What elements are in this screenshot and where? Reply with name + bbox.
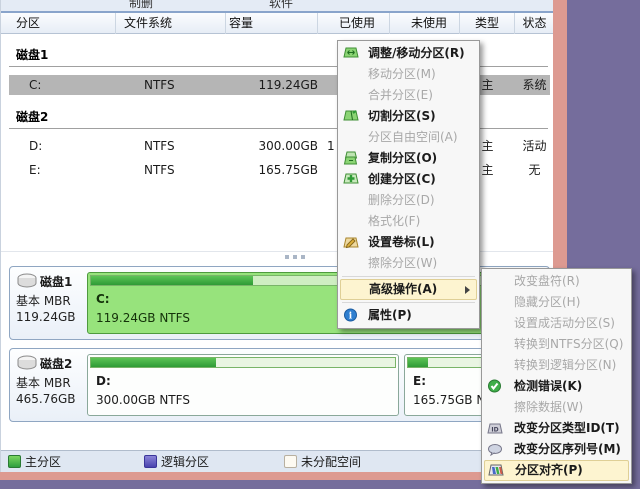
table-header: 分区 文件系统 容量 已使用 未使用 类型 状态	[1, 13, 554, 34]
svg-text:ID: ID	[491, 427, 498, 434]
submenu-arrow-icon	[465, 286, 470, 294]
partition-name: D:	[29, 136, 42, 156]
usage-strip	[90, 357, 396, 368]
filesystem-value: NTFS	[144, 160, 175, 180]
submenu-item-convert-ntfs: 转换到NTFS分区(Q)	[482, 334, 631, 355]
menu-item-advanced-operations[interactable]: 高级操作(A)	[340, 279, 477, 300]
status-value: 无	[515, 160, 554, 180]
menu-item-split-partition[interactable]: 切割分区(S)	[338, 106, 479, 127]
submenu-item-check-errors[interactable]: 检测错误(K)	[482, 376, 631, 397]
disk2-title: 磁盘2	[40, 355, 72, 372]
resize-partition-icon	[343, 46, 359, 60]
submenu-item-wipe-data: 擦除数据(W)	[482, 397, 631, 418]
submenu-item-partition-alignment[interactable]: 分区对齐(P)	[484, 460, 629, 481]
column-header-capacity[interactable]: 容量	[226, 13, 318, 34]
disk2-bus: 基本 MBR	[16, 374, 71, 391]
partition-block-label: E:	[413, 374, 426, 388]
legend-label-primary: 主分区	[25, 451, 61, 473]
legend-bar: 主分区 逻辑分区 未分配空间	[1, 450, 554, 472]
partition-type-id-icon: ID	[487, 421, 503, 435]
disk-icon	[16, 273, 38, 292]
disk-icon	[16, 355, 38, 374]
menu-item-properties[interactable]: i 属性(P)	[338, 305, 479, 326]
used-space-fill	[91, 358, 216, 367]
properties-icon: i	[343, 308, 359, 322]
menu-item-create-partition[interactable]: 创建分区(C)	[338, 169, 479, 190]
used-space-fill	[408, 358, 428, 367]
toolbar-fragment[interactable]: 制删	[129, 0, 153, 11]
used-space-fill	[91, 276, 253, 285]
submenu-item-convert-logical: 转换到逻辑分区(N)	[482, 355, 631, 376]
menu-item-resize-move[interactable]: 调整/移动分区(R)	[338, 43, 479, 64]
filesystem-value: NTFS	[144, 75, 175, 95]
capacity-value: 119.24GB	[226, 75, 318, 95]
set-label-icon	[343, 235, 359, 249]
create-partition-icon	[343, 172, 359, 186]
menu-item-set-label[interactable]: 设置卷标(L)	[338, 232, 479, 253]
disk1-bus: 基本 MBR	[16, 292, 71, 309]
partition-block-d[interactable]: D: 300.00GB NTFS	[87, 354, 399, 416]
submenu-item-change-type-id[interactable]: ID 改变分区类型ID(T)	[482, 418, 631, 439]
menu-item-wipe-partition: 擦除分区(W)	[338, 253, 479, 274]
used-value-partial: 1	[327, 136, 335, 156]
partition-name: E:	[29, 160, 41, 180]
menu-item-delete-partition: 删除分区(D)	[338, 190, 479, 211]
capacity-value: 165.75GB	[226, 160, 318, 180]
capacity-value: 300.00GB	[226, 136, 318, 156]
status-value: 活动	[515, 136, 554, 156]
filesystem-value: NTFS	[144, 136, 175, 156]
submenu-item-hide-partition: 隐藏分区(H)	[482, 292, 631, 313]
disk1-title: 磁盘1	[40, 273, 72, 290]
primary-partition-swatch	[8, 455, 21, 468]
split-partition-icon	[343, 109, 359, 123]
menu-item-copy-partition[interactable]: 复制分区(O)	[338, 148, 479, 169]
disk2-panel: 磁盘2 基本 MBR 465.76GB D: 300.00GB NTFS E: …	[9, 348, 550, 422]
partition-context-menu: 调整/移动分区(R) 移动分区(M) 合并分区(E) 切割分区(S) 分区自由空…	[337, 40, 480, 329]
submenu-item-change-serial-number[interactable]: 改变分区序列号(M)	[482, 439, 631, 460]
partition-name: C:	[29, 75, 41, 95]
submenu-item-set-active: 设置成活动分区(S)	[482, 313, 631, 334]
partition-block-detail: 300.00GB NTFS	[96, 393, 190, 407]
menu-item-move-partition: 移动分区(M)	[338, 64, 479, 85]
toolbar-clipped: 制删 软件	[1, 0, 554, 11]
legend-label-unallocated: 未分配空间	[301, 451, 361, 473]
advanced-operations-submenu: 改变盘符(R) 隐藏分区(H) 设置成活动分区(S) 转换到NTFS分区(Q) …	[481, 268, 632, 484]
menu-item-format: 格式化(F)	[338, 211, 479, 232]
submenu-item-change-drive-letter: 改变盘符(R)	[482, 271, 631, 292]
check-errors-icon	[487, 379, 503, 393]
column-header-used[interactable]: 已使用	[318, 13, 390, 34]
partition-block-label: D:	[96, 374, 111, 388]
group-label-disk1: 磁盘1	[16, 46, 48, 64]
menu-item-free-space: 分区自由空间(A)	[338, 127, 479, 148]
toolbar-fragment[interactable]: 软件	[269, 0, 293, 11]
disk1-size: 119.24GB	[16, 310, 76, 324]
unallocated-swatch	[284, 455, 297, 468]
partition-block-detail: 119.24GB NTFS	[96, 311, 190, 325]
column-header-partition[interactable]: 分区	[9, 13, 116, 34]
logical-partition-swatch	[144, 455, 157, 468]
menu-item-merge-partition: 合并分区(E)	[338, 85, 479, 106]
menu-separator	[342, 302, 475, 303]
partition-block-label: C:	[96, 292, 110, 306]
svg-text:i: i	[349, 312, 353, 322]
menu-separator	[342, 276, 475, 277]
disk2-size: 465.76GB	[16, 392, 76, 406]
serial-number-icon	[487, 442, 503, 456]
partition-align-icon	[488, 464, 504, 478]
status-value: 系统	[515, 75, 554, 95]
column-header-filesystem[interactable]: 文件系统	[116, 13, 226, 34]
group-label-disk2: 磁盘2	[16, 108, 48, 126]
copy-partition-icon	[343, 151, 359, 165]
column-header-status[interactable]: 状态	[515, 13, 554, 34]
legend-label-logical: 逻辑分区	[161, 451, 209, 473]
column-header-type[interactable]: 类型	[460, 13, 515, 34]
column-header-unused[interactable]: 未使用	[390, 13, 460, 34]
